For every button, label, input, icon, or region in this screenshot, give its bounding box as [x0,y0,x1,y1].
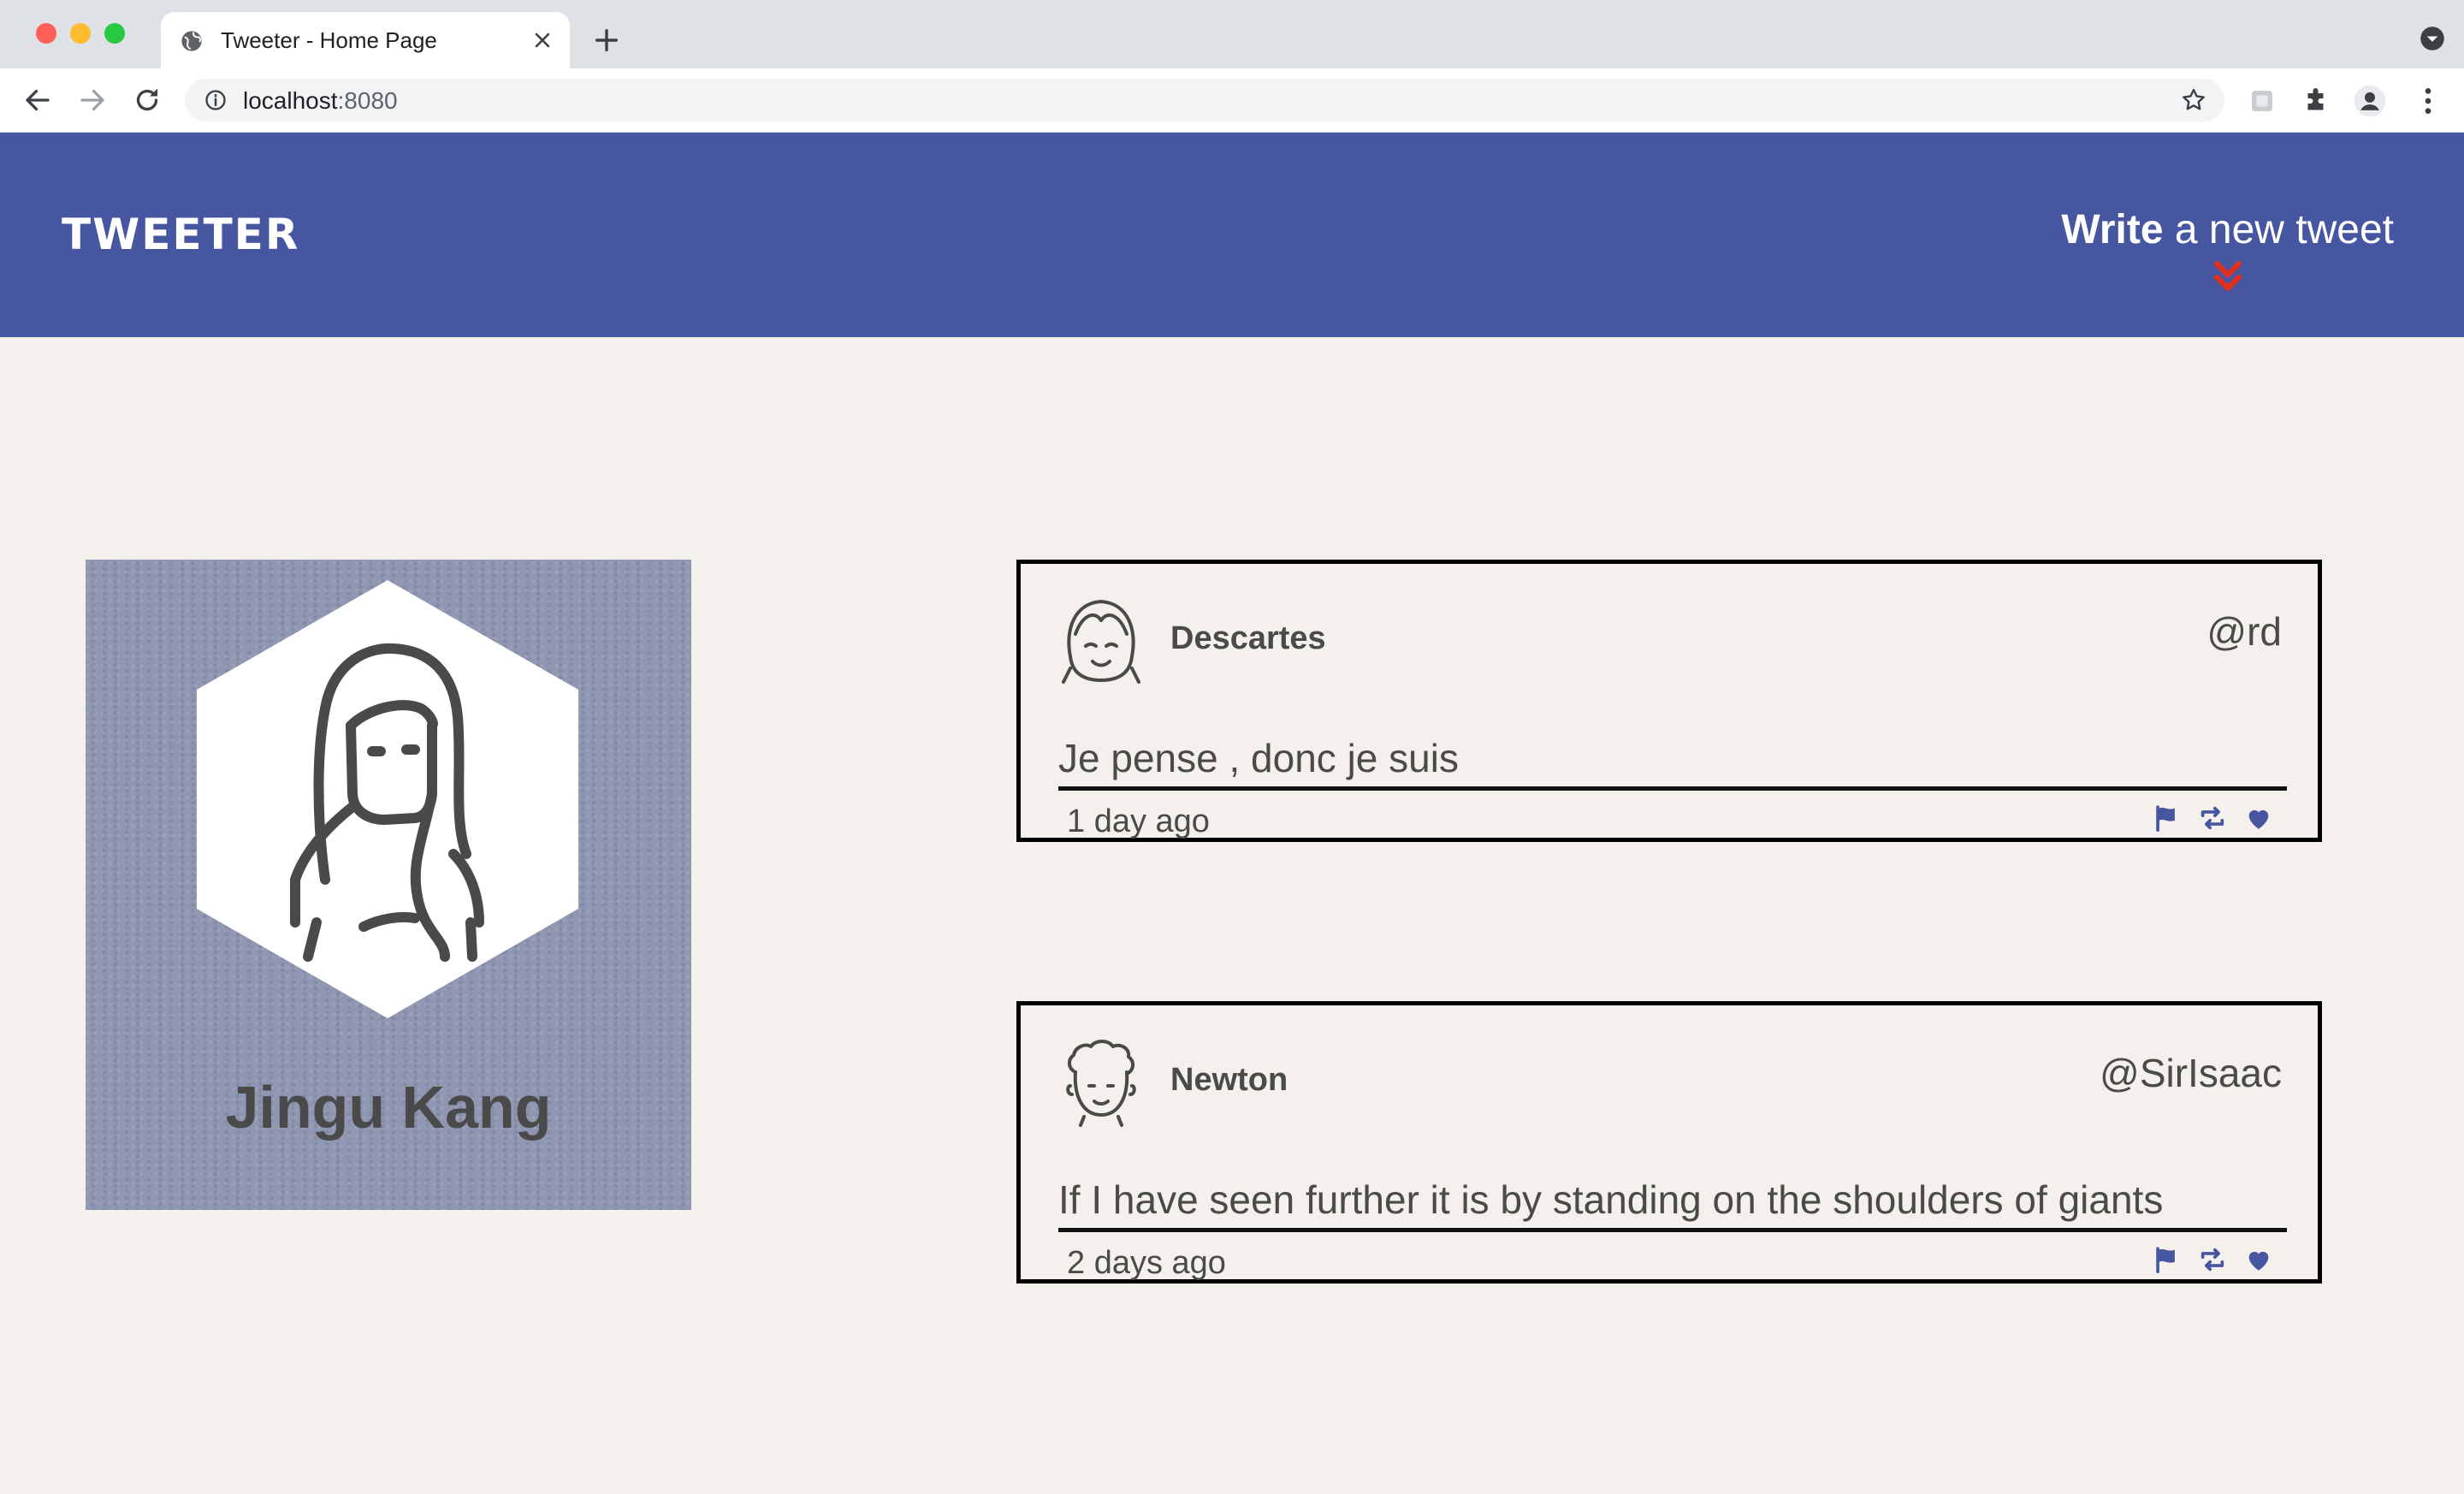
browser-toolbar: localhost:8080 [0,68,2464,133]
tweet-author: Newton [1170,1062,1288,1098]
compose-toggle[interactable]: Write a new tweet [2061,206,2394,294]
browser-tab[interactable]: Tweeter - Home Page [161,12,570,68]
reload-icon[interactable] [132,85,163,116]
back-arrow-icon[interactable] [22,85,53,116]
heart-icon[interactable] [2244,1245,2273,1274]
close-icon[interactable] [530,28,554,52]
tweet-text: Je pense , donc je suis [1058,735,2287,791]
extension-icon[interactable] [2248,87,2276,115]
flag-icon[interactable] [2152,1245,2181,1274]
tweet-text: If I have seen further it is by standing… [1058,1177,2287,1232]
tweet-handle: @SirIsaac [2100,1051,2282,1095]
author-avatar-icon [1066,1040,1136,1127]
new-tab-plus-icon[interactable] [592,26,621,55]
tweet-card: Descartes @rd Je pense , donc je suis 1 … [1016,560,2322,842]
flag-icon[interactable] [2152,803,2181,833]
tab-search-icon[interactable] [2420,26,2445,51]
user-avatar [197,580,578,1018]
retweet-icon[interactable] [2198,1245,2227,1274]
double-chevron-down-icon[interactable] [2212,260,2243,294]
puzzle-icon[interactable] [2301,86,2332,116]
tweet-timestamp: 1 day ago [1067,803,1210,839]
minimize-window-button[interactable] [70,23,91,44]
globe-icon [181,31,202,51]
more-menu-icon[interactable] [2411,84,2445,118]
browser-tab-strip: Tweeter - Home Page [0,0,2464,68]
address-bar[interactable]: localhost:8080 [185,79,2224,122]
tweet-author: Descartes [1170,620,1326,656]
info-icon[interactable] [204,88,228,112]
tweet-timestamp: 2 days ago [1067,1245,1226,1281]
site-header: TWEETER Write a new tweet [0,133,2464,337]
heart-icon[interactable] [2244,803,2273,833]
close-window-button[interactable] [36,23,56,44]
bookmark-star-icon[interactable] [2180,86,2207,114]
author-avatar-icon [1062,600,1140,684]
compose-label-rest: a new tweet [2163,207,2394,252]
profile-name: Jingu Kang [225,1074,552,1141]
tweet-card: Newton @SirIsaac If I have seen further … [1016,1001,2322,1284]
brand-logo[interactable]: TWEETER [62,210,299,259]
forward-arrow-icon[interactable] [77,85,108,116]
retweet-icon[interactable] [2198,803,2227,833]
tweet-handle: @rd [2206,609,2282,654]
profile-card: Jingu Kang [86,560,691,1210]
compose-label-strong: Write [2061,207,2164,252]
url-text: localhost:8080 [243,87,398,114]
maximize-window-button[interactable] [104,23,125,44]
tab-title: Tweeter - Home Page [221,27,437,53]
profile-avatar-icon[interactable] [2353,84,2387,118]
